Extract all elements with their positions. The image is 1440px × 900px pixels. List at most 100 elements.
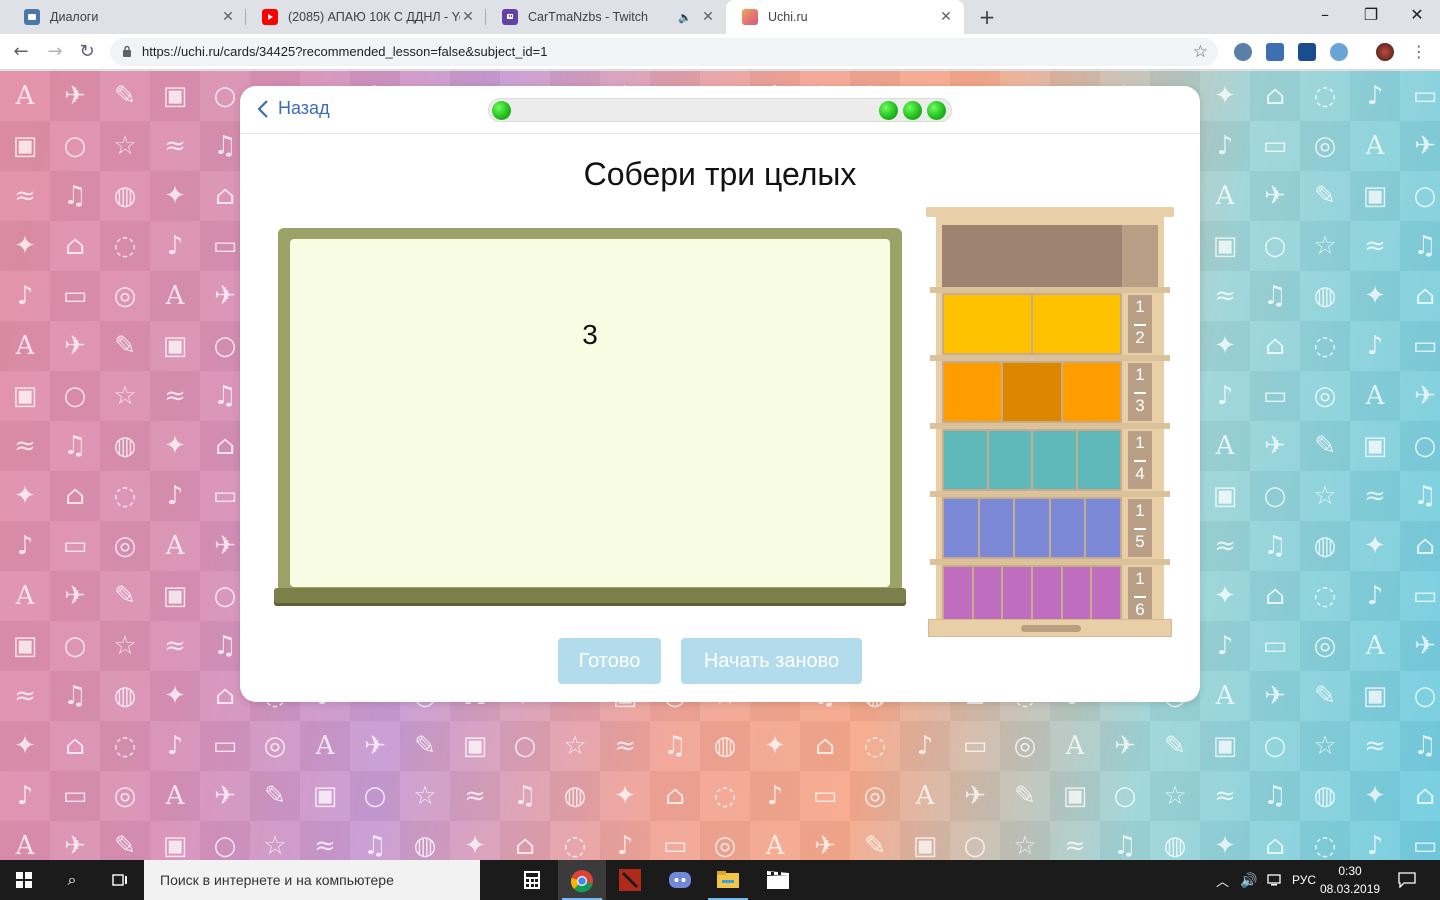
fraction-piece-1-4[interactable]: [988, 431, 1031, 489]
fraction-piece-1-4[interactable]: [1033, 431, 1076, 489]
pattern-tile: A: [1350, 371, 1400, 421]
windows-start-button[interactable]: [0, 860, 48, 900]
pattern-tile: A: [0, 571, 50, 621]
dota-app-icon[interactable]: [606, 860, 654, 900]
fraction-piece-1-5[interactable]: [1050, 499, 1085, 557]
pattern-tile: ⌂: [50, 471, 100, 521]
pattern-tile: ✦: [0, 721, 50, 771]
pattern-tile: ♫: [50, 171, 100, 221]
taskbar-search-input[interactable]: Поиск в интернете и на компьютере: [144, 860, 480, 900]
network-icon[interactable]: [1266, 860, 1282, 900]
close-icon[interactable]: ✕: [460, 9, 476, 25]
tab-dialogs[interactable]: Диалоги ✕: [8, 0, 246, 34]
pattern-tile: ♪: [0, 271, 50, 321]
close-icon[interactable]: ✕: [220, 9, 236, 25]
back-label: Назад: [278, 98, 330, 118]
volume-icon[interactable]: 🔊: [1240, 860, 1257, 900]
discord-app-icon[interactable]: [656, 860, 704, 900]
minimize-button[interactable]: –: [1302, 0, 1348, 30]
speaker-icon[interactable]: 🔈: [678, 11, 692, 24]
pattern-tile: ▭: [50, 271, 100, 321]
tab-uchi[interactable]: Uchi.ru ✕: [726, 0, 964, 34]
fraction-piece-1-6[interactable]: [1092, 567, 1121, 625]
fraction-label: 13: [1128, 363, 1152, 421]
pattern-tile: ◍: [100, 171, 150, 221]
extension-icon[interactable]: [1234, 43, 1252, 61]
pattern-tile: ◌: [1300, 821, 1350, 860]
fraction-piece-1-3[interactable]: [944, 363, 1002, 421]
task-view-icon[interactable]: [96, 860, 144, 900]
fraction-piece-1-5[interactable]: [1015, 499, 1049, 557]
fraction-piece-1-6[interactable]: [1033, 567, 1061, 625]
maximize-button[interactable]: ❐: [1348, 0, 1394, 30]
menu-dots-icon[interactable]: ⋮: [1406, 39, 1432, 65]
pattern-tile: ○: [1400, 671, 1440, 721]
tab-youtube[interactable]: (2085) АПАЮ 10К С ДДНЛ - You ✕: [246, 0, 486, 34]
restart-button[interactable]: Начать заново: [681, 638, 862, 684]
pattern-tile: ▭: [950, 721, 1000, 771]
new-tab-button[interactable]: +: [976, 6, 998, 28]
pattern-tile: ✎: [1300, 171, 1350, 221]
close-icon[interactable]: ✕: [700, 9, 716, 25]
fraction-piece-1-5[interactable]: [979, 499, 1014, 557]
close-window-button[interactable]: ✕: [1394, 0, 1440, 30]
fraction-piece-1-3[interactable]: [1003, 363, 1061, 421]
pattern-tile: ≈: [1050, 821, 1100, 860]
forward-arrow-icon[interactable]: →: [42, 39, 68, 65]
drop-board[interactable]: 3: [290, 239, 890, 587]
pattern-tile: ☆: [1300, 221, 1350, 271]
reload-icon[interactable]: ↻: [74, 39, 100, 65]
pattern-tile: A: [900, 771, 950, 821]
pattern-tile: A: [1200, 171, 1250, 221]
address-bar[interactable]: https://uchi.ru/cards/34425?recommended_…: [110, 38, 1218, 66]
pattern-tile: ✦: [450, 821, 500, 860]
language-indicator[interactable]: РУС: [1292, 860, 1316, 900]
pattern-tile: ○: [350, 771, 400, 821]
fraction-piece-1-5[interactable]: [944, 499, 978, 557]
fraction-slot: [942, 429, 1122, 491]
pattern-tile: ≈: [1350, 721, 1400, 771]
pattern-tile: ◌: [1300, 321, 1350, 371]
fraction-piece-1-4[interactable]: [1077, 431, 1120, 489]
fraction-piece-1-3[interactable]: [1062, 363, 1120, 421]
chrome-app-icon[interactable]: [558, 860, 606, 900]
extension-target-icon[interactable]: [1298, 43, 1316, 61]
calculator-app-icon[interactable]: [508, 860, 556, 900]
fraction-piece-1-6[interactable]: [1003, 567, 1032, 625]
pattern-tile: ✈: [1250, 421, 1300, 471]
tab-twitch[interactable]: CarTmaNzbs - Twitch 🔈 ✕: [486, 0, 726, 34]
fraction-piece-1-6[interactable]: [973, 567, 1002, 625]
pattern-tile: ◌: [1300, 71, 1350, 121]
pattern-tile: ✎: [100, 321, 150, 371]
fraction-piece-1-2[interactable]: [944, 295, 1031, 353]
notifications-icon[interactable]: [1398, 860, 1416, 900]
pattern-tile: ☆: [100, 371, 150, 421]
clock[interactable]: 0:30 08.03.2019: [1320, 862, 1380, 898]
pattern-tile: ○: [1100, 771, 1150, 821]
pattern-tile: ▭: [1400, 571, 1440, 621]
pattern-tile: ◎: [100, 521, 150, 571]
fraction-piece-1-4[interactable]: [944, 431, 987, 489]
close-icon[interactable]: ✕: [938, 9, 954, 25]
bookmark-star-icon[interactable]: ☆: [1193, 42, 1208, 62]
fraction-piece-1-6[interactable]: [1062, 567, 1091, 625]
back-button[interactable]: Назад: [258, 98, 330, 119]
browser-toolbar: ← → ↻ https://uchi.ru/cards/34425?recomm…: [0, 34, 1440, 70]
whole-piece[interactable]: [942, 225, 1122, 287]
avatar[interactable]: [1376, 43, 1394, 61]
fraction-piece-1-6[interactable]: [944, 567, 972, 625]
pattern-tile: ☆: [400, 771, 450, 821]
pattern-tile: ≈: [0, 421, 50, 471]
done-button[interactable]: Готово: [558, 638, 661, 684]
back-arrow-icon[interactable]: ←: [8, 39, 34, 65]
windows-taskbar: ⌕ Поиск в интернете и на компьютере ︿ 🔊 …: [0, 860, 1440, 900]
tray-chevron-up-icon[interactable]: ︿: [1216, 860, 1229, 900]
file-explorer-icon[interactable]: [704, 860, 752, 900]
pattern-tile: ✦: [1350, 521, 1400, 571]
search-icon[interactable]: ⌕: [48, 860, 96, 900]
fraction-piece-1-2[interactable]: [1033, 295, 1120, 353]
extension-heart-icon[interactable]: [1266, 43, 1284, 61]
video-editor-icon[interactable]: [754, 860, 802, 900]
extension-check-icon[interactable]: [1330, 43, 1348, 61]
fraction-piece-1-5[interactable]: [1086, 499, 1120, 557]
